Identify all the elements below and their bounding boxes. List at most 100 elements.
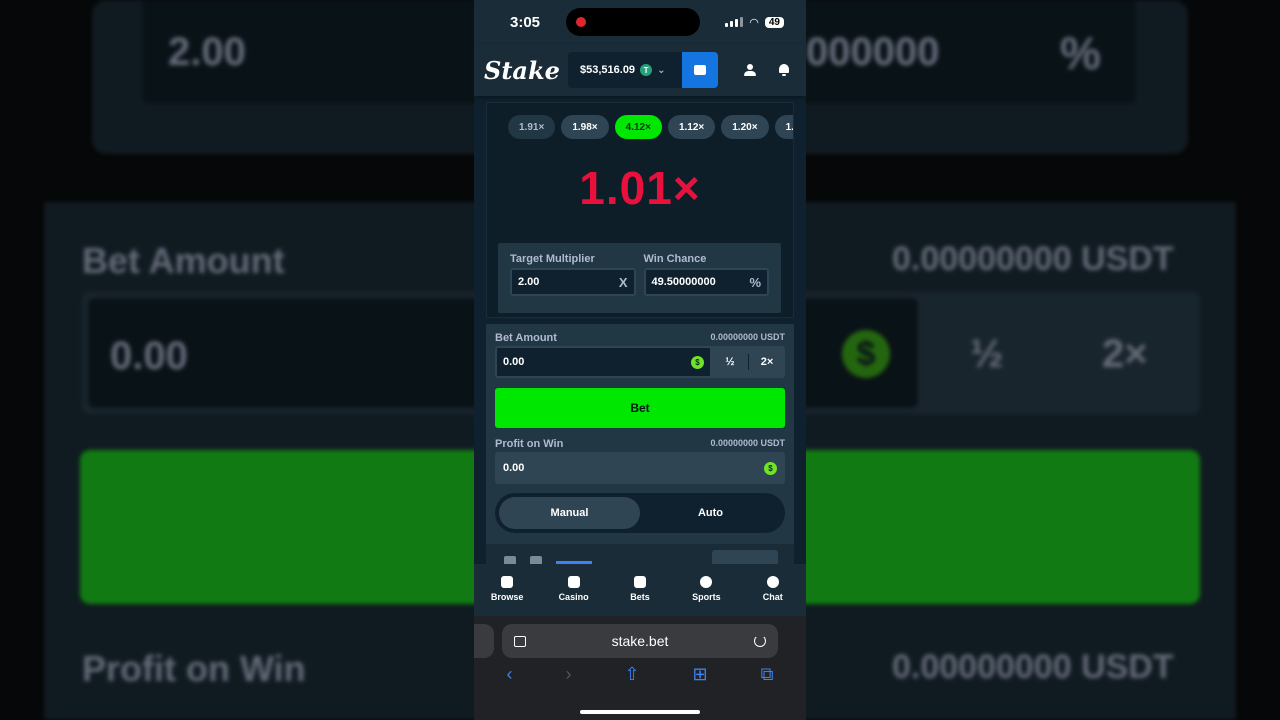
bg-half: ½	[970, 332, 1004, 376]
fairness-button[interactable]	[712, 550, 778, 564]
currency-coin-icon: $	[691, 355, 704, 369]
bg-bet-label: Bet Amount	[82, 240, 285, 281]
wallet: $53,516.09 T ⌄	[568, 52, 718, 88]
bg-profit-label: Profit on Win	[82, 648, 306, 689]
bet-amount-input[interactable]: 0.00 $	[495, 346, 712, 378]
bet-amount-field: 0.00 $ ½ 2×	[495, 346, 785, 378]
bell-icon[interactable]	[778, 64, 790, 76]
url-text: stake.bet	[611, 633, 669, 649]
bottom-tab-bar: Browse Casino Bets Sports Chat	[474, 564, 806, 616]
half-bet-button[interactable]: ½	[712, 346, 748, 378]
balance-dropdown[interactable]: $53,516.09 T ⌄	[568, 52, 682, 88]
bet-button[interactable]: Bet	[495, 388, 785, 428]
page-menu-icon[interactable]	[514, 635, 526, 647]
profit-header: Profit on Win 0.00000000 USDT	[495, 438, 785, 450]
dynamic-island	[565, 8, 700, 36]
bookmarks-icon[interactable]: ⊞	[693, 664, 708, 685]
tab-chat[interactable]: Chat	[745, 576, 801, 616]
address-bar[interactable]: stake.bet	[502, 624, 778, 658]
tab-sports-label: Sports	[692, 592, 721, 602]
cards-icon	[567, 576, 580, 588]
browser-toolbar: ‹ › ⇧ ⊞ ⧉	[474, 664, 806, 685]
status-bar: 3:05 ◠ 49	[474, 0, 806, 44]
settings-icon[interactable]	[504, 556, 516, 564]
bg-chance-tail: 000000	[806, 30, 940, 74]
target-multiplier-value: 2.00	[518, 276, 540, 288]
tab-manual[interactable]: Manual	[499, 497, 640, 529]
tab-casino-label: Casino	[558, 592, 589, 602]
bet-amount-header: Bet Amount 0.00000000 USDT	[495, 332, 785, 344]
tab-browse[interactable]: Browse	[479, 576, 535, 616]
profit-value: 0.00	[503, 462, 525, 474]
target-multiplier-input[interactable]: 2.00 X	[510, 268, 636, 296]
previous-tab-preview[interactable]	[474, 624, 494, 658]
tab-sports[interactable]: Sports	[678, 576, 734, 616]
browser-chrome: stake.bet ‹ › ⇧ ⊞ ⧉	[474, 616, 806, 720]
basketball-icon	[700, 576, 713, 588]
target-multiplier-group: Target Multiplier 2.00 X	[510, 253, 636, 303]
percent-icon: %	[749, 274, 761, 290]
history-chip[interactable]: 1.20×	[721, 115, 769, 139]
bet-mode-toggle: Manual Auto	[495, 493, 785, 533]
reload-icon[interactable]	[753, 635, 766, 647]
tab-casino[interactable]: Casino	[546, 576, 602, 616]
profit-usdt: 0.00000000 USDT	[710, 438, 785, 448]
bg-coin-icon: $	[842, 330, 890, 378]
tab-bets[interactable]: Bets	[612, 576, 668, 616]
multiply-icon: X	[618, 274, 628, 290]
forward-icon[interactable]: ›	[565, 664, 571, 685]
wifi-icon: ◠	[749, 16, 759, 29]
history-chip[interactable]: 1.12×	[667, 115, 716, 139]
currency-coin-icon: $	[764, 461, 777, 475]
bg-bet-value: 0.00	[110, 334, 188, 378]
battery-icon: 49	[764, 16, 784, 28]
main-content: 1.91× 1.98× 4.12× 1.12× 1.20× 1.01 1.01×…	[474, 96, 806, 564]
result-multiplier: 1.01×	[579, 162, 701, 214]
win-chance-input[interactable]: 49.50000000 %	[643, 268, 769, 296]
win-chance-label: Win Chance	[643, 253, 707, 265]
tabs-icon[interactable]: ⧉	[761, 664, 774, 685]
history-chip[interactable]: 1.91×	[508, 115, 556, 139]
chevron-down-icon: ⌄	[657, 64, 666, 76]
bg-profit-amount: 0.00000000 USDT	[892, 648, 1174, 686]
double-bet-button[interactable]: 2×	[749, 346, 785, 378]
wallet-button[interactable]	[682, 52, 718, 88]
clock: 3:05	[510, 13, 541, 31]
bet-amount-usdt: 0.00000000 USDT	[710, 332, 785, 342]
tab-chat-label: Chat	[762, 592, 783, 602]
browse-icon	[501, 576, 514, 588]
back-icon[interactable]: ‹	[506, 664, 512, 685]
target-multiplier-label: Target Multiplier	[510, 253, 595, 265]
stats-icon[interactable]	[530, 556, 542, 564]
tab-bets-label: Bets	[630, 592, 650, 602]
chat-icon	[766, 576, 779, 588]
share-icon[interactable]: ⇧	[624, 664, 639, 685]
result-history: 1.91× 1.98× 4.12× 1.12× 1.20× 1.01	[487, 103, 793, 139]
bg-bet-amount: 0.00000000 USDT	[892, 240, 1174, 278]
profit-label: Profit on Win	[495, 438, 564, 450]
topbar-icons	[744, 64, 796, 76]
status-icons: ◠ 49	[725, 16, 784, 29]
stake-logo[interactable]: Stake	[484, 56, 560, 85]
tether-icon: T	[640, 64, 653, 76]
dice-game-panel: 1.91× 1.98× 4.12× 1.12× 1.20× 1.01 1.01×…	[486, 102, 794, 318]
screen: 2.00 000000 % Bet Amount 0.00000000 USDT…	[0, 0, 1280, 720]
signal-icon	[725, 17, 744, 27]
history-chip[interactable]: 1.98×	[561, 115, 609, 139]
bet-controls: Bet Amount 0.00000000 USDT 0.00 $ ½ 2× B…	[486, 324, 794, 564]
balance-value: $53,516.09	[580, 64, 636, 76]
win-chance-group: Win Chance 49.50000000 %	[643, 253, 769, 303]
tab-browse-label: Browse	[490, 592, 524, 602]
wallet-icon	[694, 65, 706, 75]
history-chip-win[interactable]: 4.12×	[614, 115, 662, 139]
bet-amount-label: Bet Amount	[495, 332, 557, 344]
target-settings: Target Multiplier 2.00 X Win Chance 49.5…	[498, 243, 781, 313]
history-chip[interactable]: 1.01	[774, 115, 793, 139]
bets-icon	[633, 576, 646, 588]
game-footer	[486, 544, 794, 564]
tab-auto[interactable]: Auto	[640, 497, 781, 529]
profit-section: Profit on Win 0.00000000 USDT 0.00 $	[495, 438, 785, 484]
user-icon[interactable]	[744, 64, 756, 76]
bg-target-value: 2.00	[168, 30, 246, 74]
bg-chance-suffix: %	[1060, 27, 1101, 79]
